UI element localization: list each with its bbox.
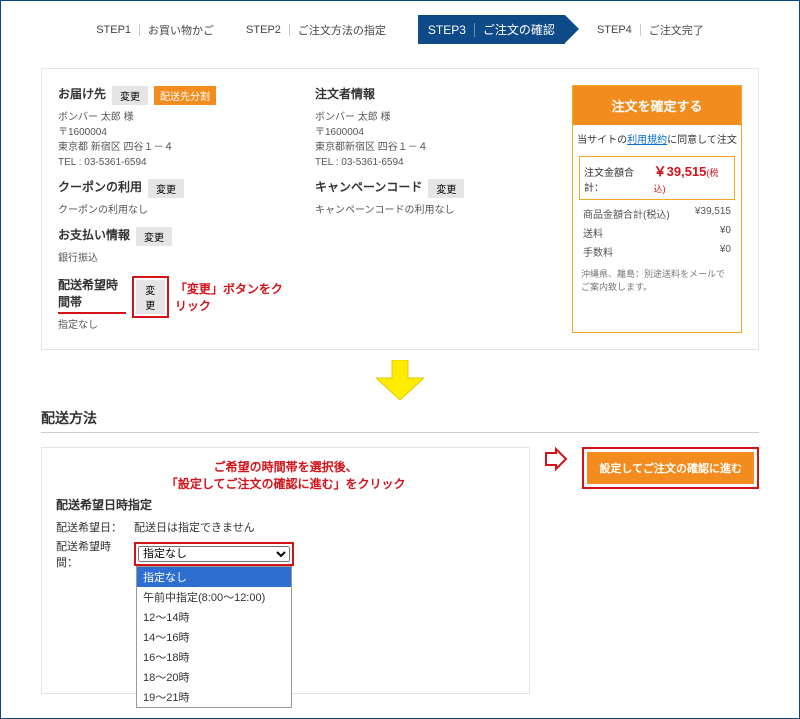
delivery-time-select-highlight: 指定なし 指定なし 午前中指定(8:00～12:00) 12～14時 14～16… [134,542,294,566]
order-summary: 注文を確定する 当サイトの利用規約に同意して注文 注文金額合計： ￥39,515… [572,85,742,333]
option-14-16[interactable]: 14～16時 [137,627,291,647]
delivery-time-value: 指定なし [58,318,291,333]
orderer-zip: 〒1600004 [315,125,548,140]
checkout-steps: STEP1 お買い物かご STEP2 ご注文方法の指定 STEP3 ご注文の確認… [5,5,795,68]
change-payment-button[interactable]: 変更 [136,227,172,246]
total-value: ￥39,515(税込) [654,161,730,195]
step-label: STEP2 [246,24,281,36]
separator [289,24,290,36]
step-label: STEP4 [597,24,632,36]
coupon-value: クーポンの利用なし [58,203,291,218]
option-16-18[interactable]: 16～18時 [137,647,291,667]
split-delivery-badge[interactable]: 配送先分割 [154,86,216,105]
delivery-time-options: 指定なし 午前中指定(8:00～12:00) 12～14時 14～16時 16～… [136,566,292,708]
change-campaign-button[interactable]: 変更 [428,179,464,198]
change-delivery-time-button[interactable]: 変更 [136,280,165,314]
proceed-to-confirm-button[interactable]: 設定してご注文の確認に進む [587,452,754,484]
option-none[interactable]: 指定なし [137,567,291,587]
delivery-time-select[interactable]: 指定なし [138,546,290,562]
step-label: STEP3 [428,23,466,37]
option-am[interactable]: 午前中指定(8:00～12:00) [137,587,291,607]
separator [474,23,475,37]
agree-note: 当サイトの利用規約に同意して注文 [573,125,741,152]
delivery-method-heading: 配送方法 [41,408,759,433]
orderer-title: 注文者情報 [315,85,375,102]
delivery-date-label: 配送希望日： [56,519,128,535]
separator [640,24,641,36]
campaign-title: キャンペーンコード [315,178,422,195]
payment-value: 銀行振込 [58,251,291,266]
campaign-value: キャンペーンコードの利用なし [315,203,548,218]
step-text: ご注文の確認 [483,21,555,38]
delivery-method-section: 配送方法 ご希望の時間帯を選択後、 「設定してご注文の確認に進む」をクリック 配… [41,408,759,694]
arrow-down-icon [376,360,424,400]
confirm-order-button[interactable]: 注文を確定する [573,86,741,125]
step-text: ご注文完了 [649,22,704,38]
step-text: ご注文方法の指定 [298,22,386,38]
step-text: お買い物かご [148,22,214,38]
instruction-line-1: ご希望の時間帯を選択後、 [56,458,515,475]
delivery-tel: TEL : 03-5361-6594 [58,155,291,170]
arrow-right-icon [544,447,568,474]
separator [139,24,140,36]
step-label: STEP1 [96,24,131,36]
summary-line-subtotal: 商品金額合計(税込)¥39,515 [573,204,741,223]
terms-link[interactable]: 利用規約 [627,135,667,146]
summary-line-shipping: 送料¥0 [573,223,741,242]
delivery-addr: 東京都 新宿区 四谷１－４ [58,140,291,155]
summary-footnote: 沖縄県、離島：別途送料をメールでご案内致します。 [573,261,741,299]
delivery-to-title: お届け先 [58,85,106,102]
delivery-time-title: 配送希望時間帯 [58,276,126,314]
delivery-zip: 〒1600004 [58,125,291,140]
option-12-14[interactable]: 12～14時 [137,607,291,627]
proceed-button-highlight: 設定してご注文の確認に進む [582,447,759,489]
step-2[interactable]: STEP2 ご注文方法の指定 [246,15,386,44]
payment-title: お支払い情報 [58,226,130,243]
summary-line-fee: 手数料¥0 [573,242,741,261]
coupon-title: クーポンの利用 [58,178,142,195]
order-total-row: 注文金額合計： ￥39,515(税込) [579,156,735,200]
change-delivery-button[interactable]: 変更 [112,86,148,105]
step-3-active-highlight: STEP3 ご注文の確認 [418,15,565,44]
change-time-highlight: 変更 [132,276,169,318]
step-4[interactable]: STEP4 ご注文完了 [597,15,704,44]
orderer-addr: 東京都新宿区 四谷１－４ [315,140,548,155]
delivery-date-value: 配送日は指定できません [134,519,255,535]
option-19-21[interactable]: 19～21時 [137,687,291,707]
delivery-datetime-box: ご希望の時間帯を選択後、 「設定してご注文の確認に進む」をクリック 配送希望日時… [41,447,530,694]
change-coupon-button[interactable]: 変更 [148,179,184,198]
orderer-tel: TEL : 03-5361-6594 [315,155,548,170]
delivery-datetime-title: 配送希望日時指定 [56,496,515,513]
change-button-note: 「変更」ボタンをクリック [175,280,291,314]
instruction-line-2: 「設定してご注文の確認に進む」をクリック [56,475,515,492]
option-18-20[interactable]: 18～20時 [137,667,291,687]
delivery-name: ボンバー 太郎 様 [58,110,291,125]
orderer-name: ボンバー 太郎 様 [315,110,548,125]
total-label: 注文金額合計： [584,164,654,194]
delivery-time-label: 配送希望時間： [56,538,128,570]
step-1[interactable]: STEP1 お買い物かご [96,15,214,44]
order-confirm-panel: お届け先 変更 配送先分割 ボンバー 太郎 様 〒1600004 東京都 新宿区… [41,68,759,350]
step-3[interactable]: STEP3 ご注文の確認 [418,15,565,44]
